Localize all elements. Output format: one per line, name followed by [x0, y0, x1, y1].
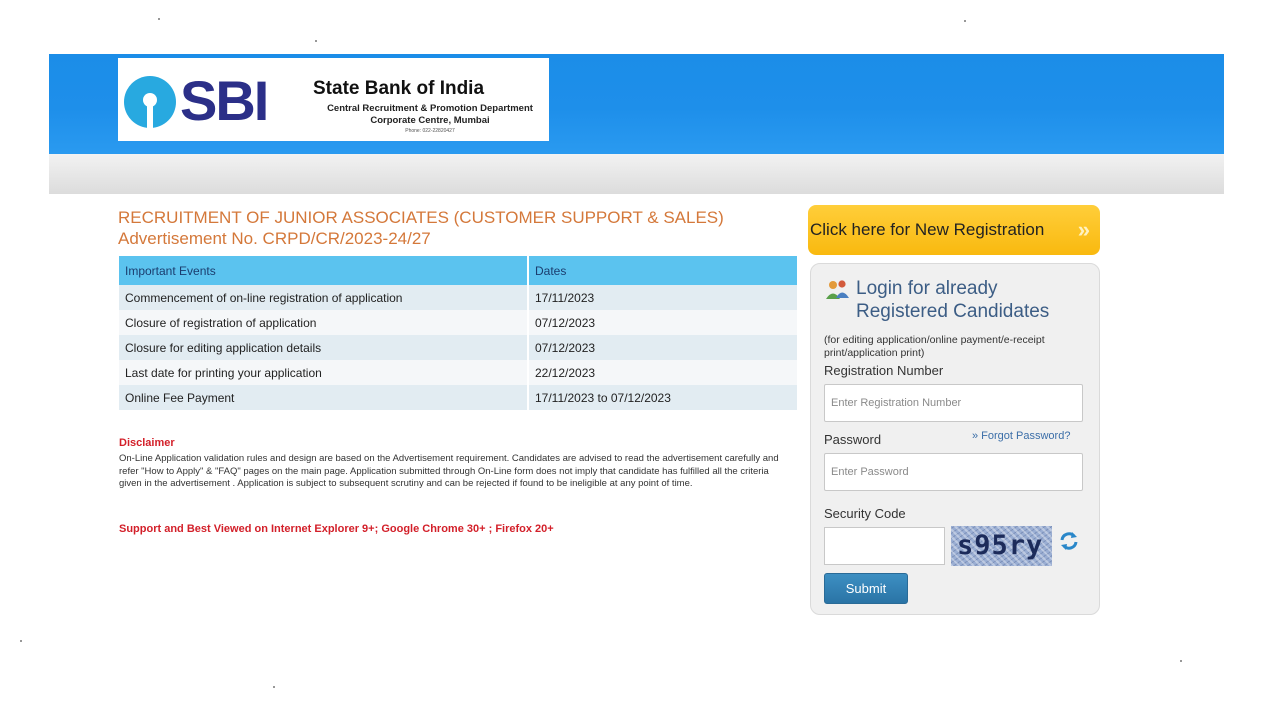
password-input[interactable]	[824, 453, 1083, 491]
table-row: Last date for printing your application …	[119, 360, 799, 385]
login-title: Login for already Registered Candidates	[856, 277, 1049, 323]
table-row: Closure of registration of application 0…	[119, 310, 799, 335]
speck	[964, 20, 966, 22]
bank-phone: Phone: 022-22820427	[405, 128, 455, 134]
registration-number-input[interactable]	[824, 384, 1083, 422]
captcha-text: s95ry	[957, 530, 1044, 561]
double-chevron-right-icon: »	[1077, 217, 1090, 242]
speck	[1180, 660, 1182, 662]
submit-button[interactable]: Submit	[824, 573, 908, 604]
security-code-input[interactable]	[824, 527, 945, 565]
registration-number-label: Registration Number	[824, 363, 944, 378]
sbi-keyhole-icon	[124, 76, 176, 128]
speck	[273, 686, 275, 688]
bank-department: Central Recruitment & Promotion Departme…	[314, 103, 546, 127]
sbi-logo: SBI State Bank of India Central Recruitm…	[118, 58, 549, 141]
header-subbar	[49, 154, 1224, 194]
event-date: 17/11/2023	[528, 285, 799, 310]
users-icon	[826, 280, 849, 299]
table-row: Closure for editing application details …	[119, 335, 799, 360]
refresh-captcha-icon[interactable]	[1058, 530, 1080, 552]
event-name: Closure for editing application details	[119, 335, 529, 360]
login-hint-line-2: print/application print)	[824, 347, 925, 359]
logo-text: SBI	[180, 69, 269, 132]
speck	[158, 18, 160, 20]
event-date: 17/11/2023 to 07/12/2023	[528, 385, 799, 410]
header-important-events: Important Events	[119, 256, 529, 285]
captcha-image: s95ry	[951, 526, 1052, 566]
login-hint-line-1: (for editing application/online payment/…	[824, 334, 1045, 346]
speck	[20, 640, 22, 642]
page-title: RECRUITMENT OF JUNIOR ASSOCIATES (CUSTOM…	[118, 207, 724, 249]
disclaimer-title: Disclaimer	[119, 437, 175, 449]
event-name: Commencement of on-line registration of …	[119, 285, 529, 310]
forgot-password-link[interactable]: » Forgot Password?	[972, 430, 1070, 442]
dept-line-1: Central Recruitment & Promotion Departme…	[327, 103, 533, 114]
new-registration-button[interactable]: Click here for New Registration »	[808, 205, 1100, 255]
event-name: Closure of registration of application	[119, 310, 529, 335]
advertisement-number: Advertisement No. CRPD/CR/2023-24/27	[118, 229, 431, 248]
login-title-line-1: Login for already	[856, 278, 998, 299]
new-registration-label: Click here for New Registration	[810, 220, 1045, 239]
event-date: 07/12/2023	[528, 335, 799, 360]
important-events-table: Important Events Dates Commencement of o…	[119, 256, 799, 410]
login-panel: Login for already Registered Candidates …	[810, 263, 1100, 615]
event-name: Last date for printing your application	[119, 360, 529, 385]
login-title-line-2: Registered Candidates	[856, 301, 1050, 322]
page-title-line-1: RECRUITMENT OF JUNIOR ASSOCIATES (CUSTOM…	[118, 208, 724, 227]
password-label: Password	[824, 432, 882, 447]
table-row: Online Fee Payment 17/11/2023 to 07/12/2…	[119, 385, 799, 410]
table-header-row: Important Events Dates	[119, 256, 799, 285]
disclaimer-text: On-Line Application validation rules and…	[119, 453, 779, 489]
login-hint: (for editing application/online payment/…	[824, 334, 1094, 360]
security-code-label: Security Code	[824, 506, 906, 521]
dept-line-2: Corporate Centre, Mumbai	[370, 115, 490, 126]
header-dates: Dates	[528, 256, 799, 285]
browser-support-note: Support and Best Viewed on Internet Expl…	[119, 523, 554, 535]
table-row: Commencement of on-line registration of …	[119, 285, 799, 310]
bank-name: State Bank of India	[313, 78, 485, 99]
speck	[315, 40, 317, 42]
event-name: Online Fee Payment	[119, 385, 529, 410]
event-date: 22/12/2023	[528, 360, 799, 385]
event-date: 07/12/2023	[528, 310, 799, 335]
